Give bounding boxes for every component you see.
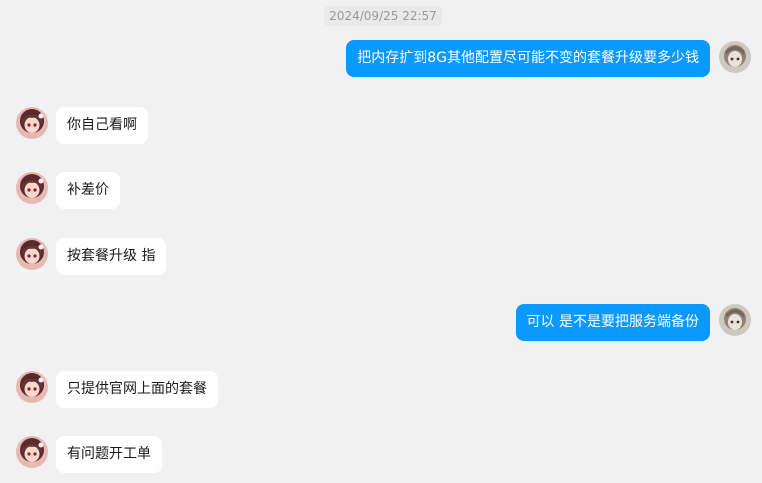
- message-bubble-incoming[interactable]: 按套餐升级 指: [56, 238, 167, 275]
- message-bubble-outgoing[interactable]: 把内存扩到8G其他配置尽可能不变的套餐升级要多少钱: [346, 40, 710, 77]
- contact-avatar-icon[interactable]: [16, 371, 48, 403]
- contact-avatar-icon[interactable]: [16, 436, 48, 468]
- message-bubble-incoming[interactable]: 有问题开工单: [56, 436, 162, 473]
- self-avatar-icon[interactable]: [719, 41, 751, 73]
- message-bubble-incoming[interactable]: 补差价: [56, 172, 120, 209]
- message-bubble-incoming[interactable]: 只提供官网上面的套餐: [56, 371, 218, 408]
- message-bubble-outgoing[interactable]: 可以 是不是要把服务端备份: [515, 304, 710, 341]
- contact-avatar-icon[interactable]: [16, 172, 48, 204]
- contact-avatar-icon[interactable]: [16, 238, 48, 270]
- message-bubble-incoming[interactable]: 你自己看啊: [56, 107, 148, 144]
- contact-avatar-icon[interactable]: [16, 107, 48, 139]
- message-timestamp: 2024/09/25 22:57: [324, 6, 442, 26]
- chat-window: 2024/09/25 22:57 把内存扩到8G其他配置尽可能不变的套餐升级要多…: [0, 0, 762, 483]
- self-avatar-icon[interactable]: [719, 304, 751, 336]
